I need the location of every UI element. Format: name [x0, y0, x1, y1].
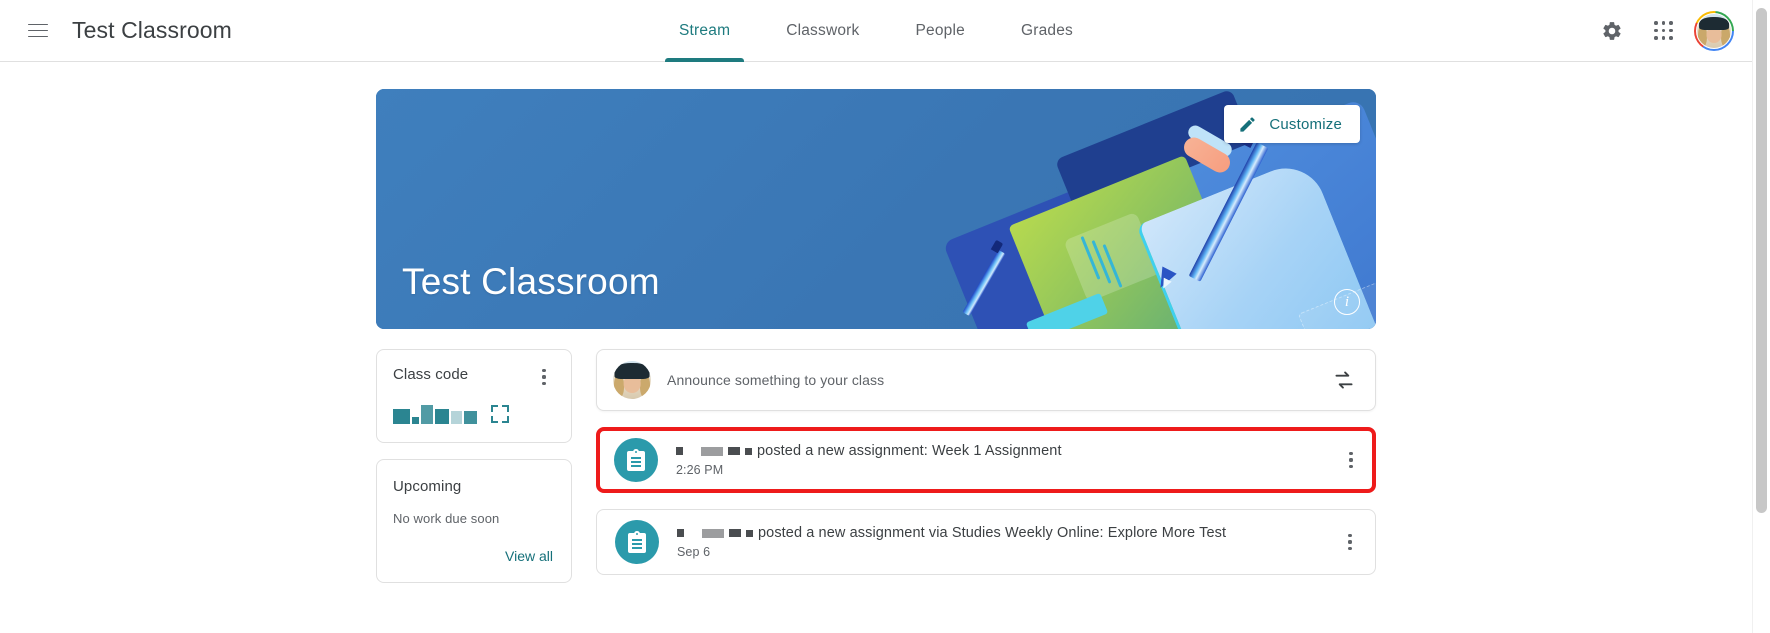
stream-page: Test Classroom Customize i Class code Up… [0, 62, 1752, 633]
class-code-value-redacted[interactable] [393, 404, 477, 424]
top-bar-actions [1590, 0, 1734, 62]
view-all-button[interactable]: View all [503, 544, 555, 568]
class-code-title: Class code [393, 366, 469, 383]
gear-icon [1603, 22, 1621, 40]
tab-grades[interactable]: Grades [993, 0, 1101, 62]
post-author-redacted [676, 446, 752, 456]
pencil-icon [1240, 116, 1255, 132]
tab-people[interactable]: People [887, 0, 992, 62]
stream-post-item[interactable]: posted a new assignment via Studies Week… [596, 509, 1376, 575]
stream-feed: Announce something to your class posted … [596, 349, 1376, 583]
stream-post-item[interactable]: posted a new assignment: Week 1 Assignme… [596, 427, 1376, 493]
tab-classwork-label: Classwork [786, 22, 860, 39]
upcoming-title: Upcoming [393, 478, 462, 495]
avatar [1696, 13, 1732, 49]
content-container: Test Classroom Customize i Class code Up… [376, 62, 1376, 583]
customize-button[interactable]: Customize [1224, 105, 1360, 143]
top-app-bar: Test Classroom Stream Classwork People G… [0, 0, 1752, 62]
stream-post-body: posted a new assignment: Week 1 Assignme… [676, 443, 1062, 477]
tab-stream-label: Stream [679, 22, 731, 39]
post-overflow-button[interactable] [1339, 531, 1361, 553]
tab-grades-label: Grades [1020, 22, 1073, 39]
post-author-redacted [677, 528, 753, 538]
class-code-card: Class code [376, 349, 572, 443]
class-name-heading: Test Classroom [402, 261, 660, 302]
page-scrollbar[interactable] [1752, 0, 1770, 633]
left-sidebar: Class code Upcoming No work due soon Vie… [376, 349, 572, 583]
post-text: posted a new assignment via Studies Week… [758, 525, 1227, 541]
tab-classwork[interactable]: Classwork [758, 0, 887, 62]
upcoming-card: Upcoming No work due soon View all [376, 459, 572, 583]
fullscreen-expand-icon[interactable] [491, 405, 509, 423]
tab-people-label: People [915, 22, 965, 39]
class-code-overflow-button[interactable] [533, 366, 555, 388]
assignment-clipboard-icon [614, 438, 658, 482]
info-icon[interactable]: i [1334, 289, 1360, 315]
post-timestamp: 2:26 PM [676, 463, 724, 477]
announce-composer[interactable]: Announce something to your class [596, 349, 1376, 411]
customize-button-label: Customize [1269, 115, 1342, 133]
nav-tabs: Stream Classwork People Grades [0, 0, 1752, 62]
upcoming-empty-text: No work due soon [393, 511, 500, 526]
apps-grid-icon [1654, 21, 1674, 41]
post-timestamp: Sep 6 [677, 545, 711, 559]
assignment-clipboard-icon [615, 520, 659, 564]
post-text: posted a new assignment: Week 1 Assignme… [757, 443, 1062, 459]
stream-post-body: posted a new assignment via Studies Week… [677, 525, 1226, 559]
google-apps-button[interactable] [1642, 9, 1686, 53]
hamburger-menu-button[interactable] [16, 9, 60, 53]
account-avatar-button[interactable] [1694, 11, 1734, 51]
stream-columns: Class code Upcoming No work due soon Vie… [376, 349, 1376, 583]
scrollbar-thumb[interactable] [1756, 8, 1767, 513]
post-overflow-button[interactable] [1340, 449, 1362, 471]
class-banner: Test Classroom Customize i [376, 89, 1376, 329]
tab-stream[interactable]: Stream [651, 0, 758, 62]
hamburger-menu-icon [28, 23, 48, 38]
settings-button[interactable] [1590, 9, 1634, 53]
avatar [613, 361, 651, 399]
announce-placeholder: Announce something to your class [667, 372, 885, 388]
swap-arrows-icon[interactable] [1331, 367, 1357, 393]
page-title: Test Classroom [72, 17, 232, 43]
